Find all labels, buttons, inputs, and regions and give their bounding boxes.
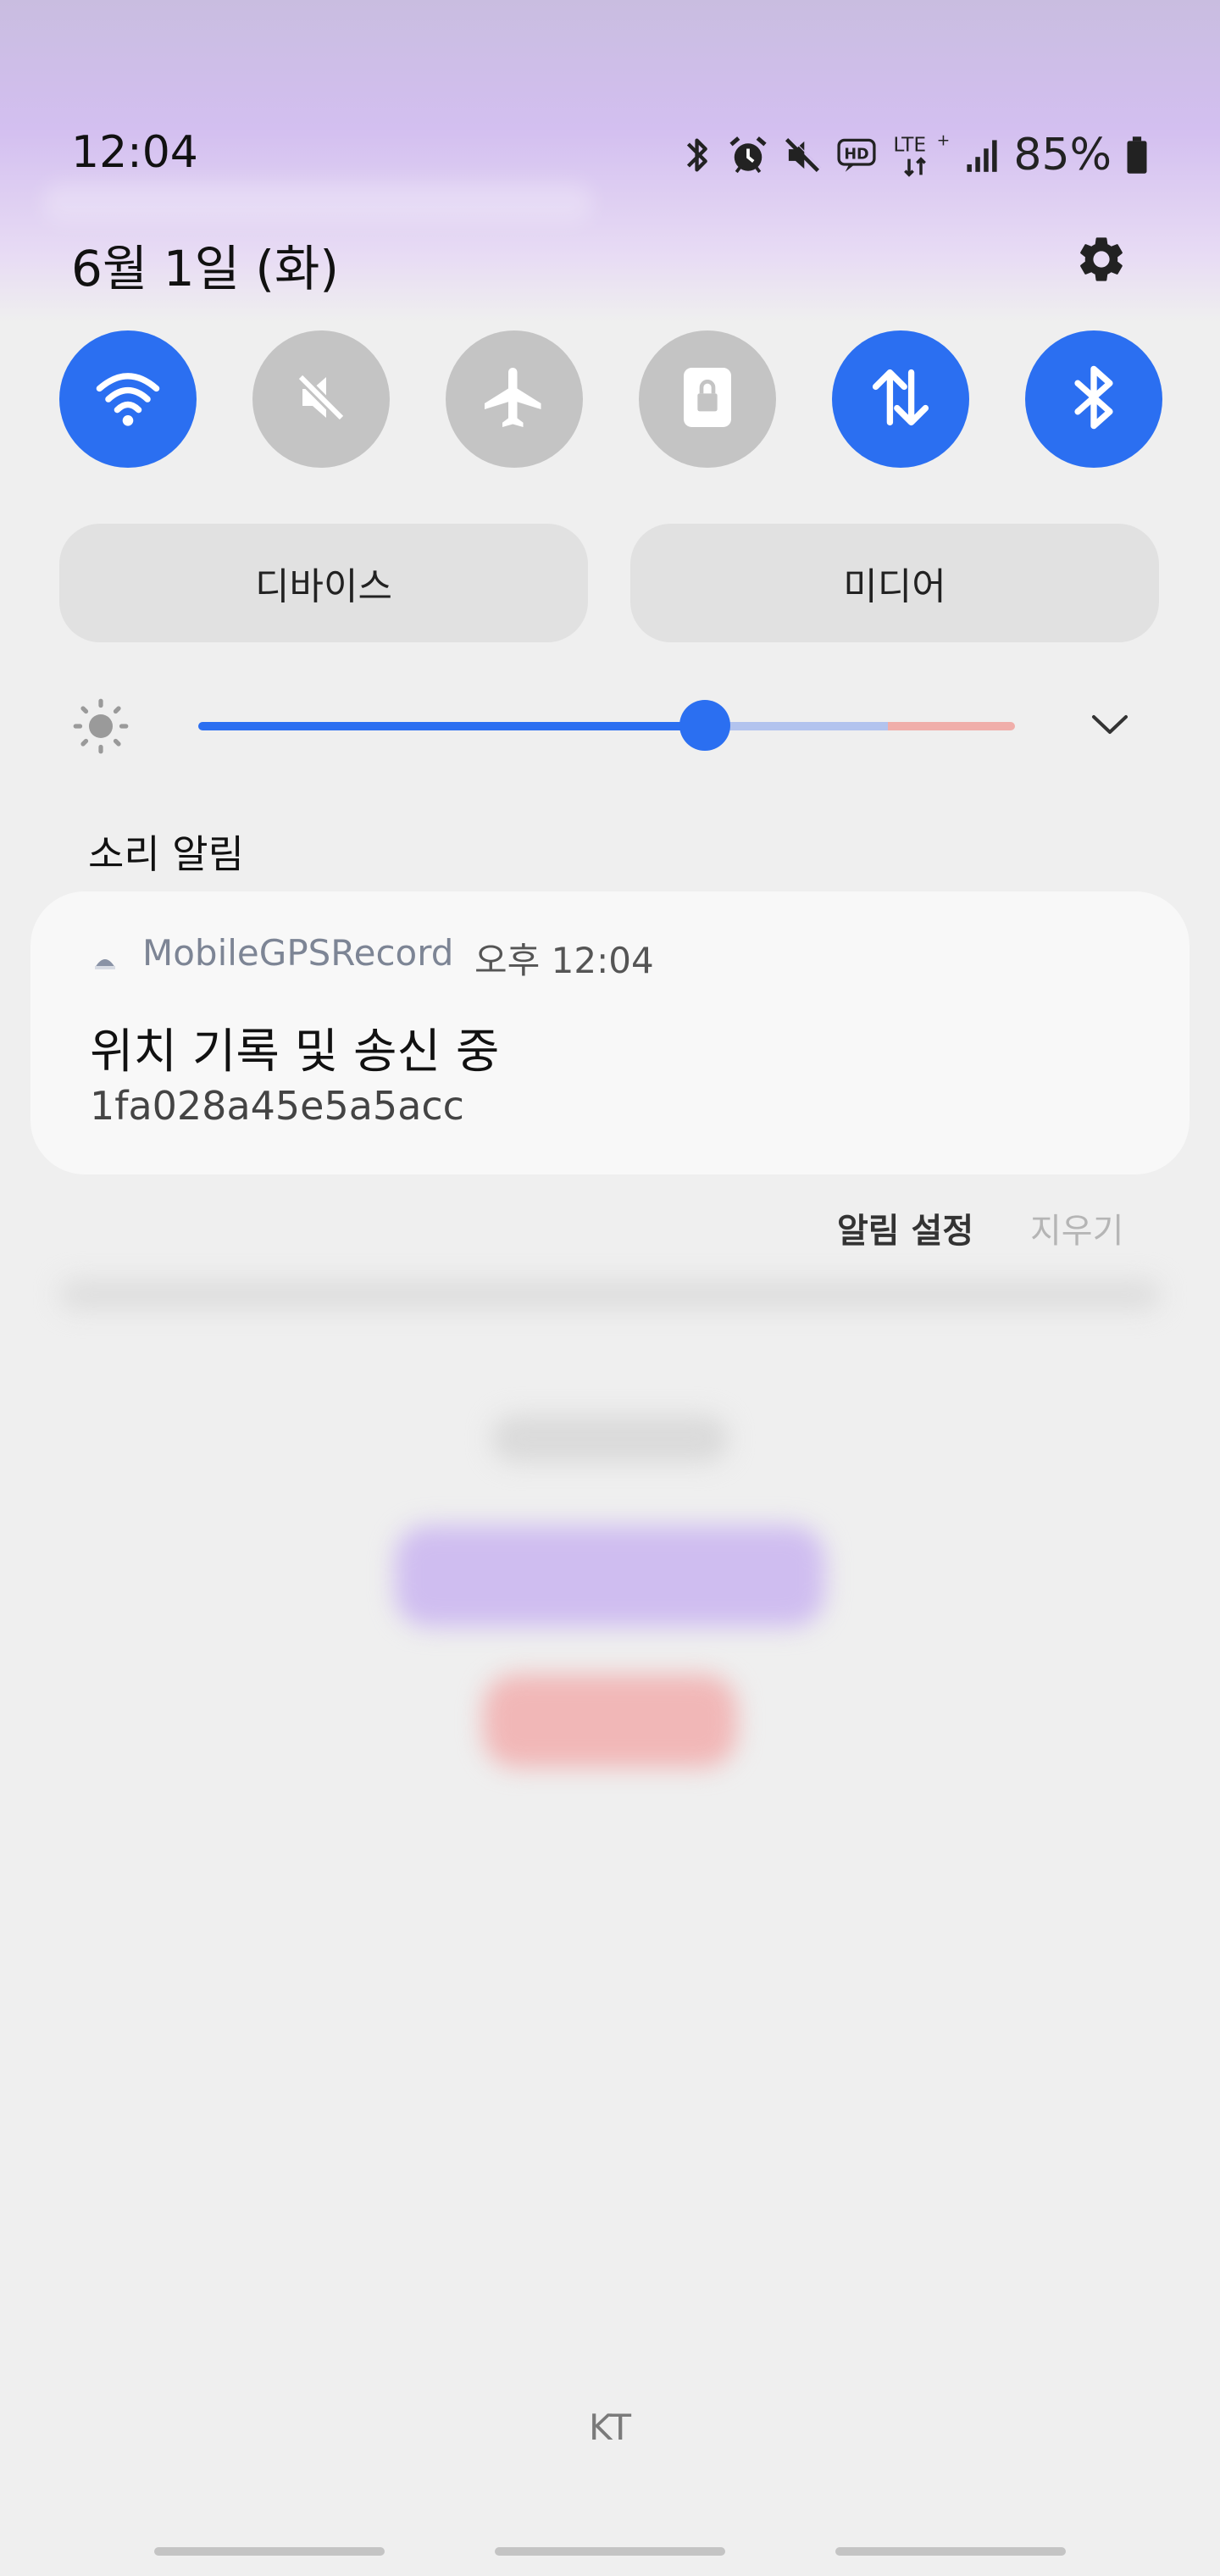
signal-icon [964, 136, 1000, 174]
brightness-thumb[interactable] [679, 700, 730, 751]
hd-voice-icon: HD [835, 136, 878, 174]
notification-text: 1fa028a45e5a5acc [90, 1083, 464, 1129]
sun-icon [71, 697, 130, 756]
mobile-data-toggle[interactable] [832, 330, 969, 468]
mute-icon [783, 136, 822, 175]
notification-settings-button[interactable]: 알림 설정 [837, 1203, 973, 1252]
airplane-icon [479, 362, 550, 436]
notification-section-label: 소리 알림 [88, 831, 244, 877]
gear-icon [1074, 232, 1128, 290]
mute-icon [287, 364, 355, 435]
settings-button[interactable] [1069, 229, 1134, 293]
carrier-label: KT [589, 2407, 631, 2448]
brightness-track-high [888, 722, 1015, 730]
battery-percent: 85% [1013, 130, 1112, 180]
battery-icon [1125, 136, 1149, 175]
media-button[interactable]: 미디어 [630, 524, 1159, 642]
nav-bar-right[interactable] [835, 2547, 1066, 2556]
lock-icon [677, 362, 738, 436]
wifi-icon [92, 362, 164, 436]
bluetooth-icon [1058, 362, 1129, 436]
svg-text:HD: HD [845, 146, 869, 163]
status-bar: 12:04 HD LTE + 85% [0, 119, 1220, 195]
blurred-app-line [59, 1280, 1161, 1310]
bluetooth-icon [683, 133, 713, 177]
bluetooth-toggle[interactable] [1025, 330, 1162, 468]
wifi-toggle[interactable] [59, 330, 197, 468]
airplane-toggle[interactable] [446, 330, 583, 468]
gps-app-icon [90, 946, 120, 976]
expand-button[interactable] [1084, 697, 1135, 756]
status-icons: HD LTE + 85% [683, 125, 1149, 185]
data-transfer-icon [865, 362, 936, 436]
blurred-app-button-red [483, 1674, 737, 1768]
panel-date: 6월 1일 (화) [71, 240, 340, 297]
svg-text:+: + [937, 131, 951, 149]
nav-bar-left[interactable] [154, 2547, 385, 2556]
notification-title: 위치 기록 및 송신 중 [90, 1024, 500, 1080]
notification-app-name: MobileGPSRecord [142, 932, 454, 974]
brightness-slider[interactable] [198, 722, 1015, 730]
clear-notifications-button[interactable]: 지우기 [1030, 1203, 1123, 1252]
blurred-app-text [491, 1415, 729, 1463]
lte-plus-icon: LTE + [891, 131, 951, 179]
notification-time: 오후 12:04 [474, 940, 654, 981]
status-clock: 12:04 [71, 127, 198, 178]
nav-bar-center[interactable] [495, 2547, 725, 2556]
quick-settings-toggles [59, 330, 1162, 468]
brightness-fill [198, 722, 705, 730]
device-button[interactable]: 디바이스 [59, 524, 588, 642]
svg-text:LTE: LTE [894, 132, 927, 156]
chevron-down-icon [1090, 712, 1129, 741]
alarm-icon [727, 134, 769, 176]
blurred-app-button-purple [395, 1525, 825, 1627]
lock-rotation-toggle[interactable] [639, 330, 776, 468]
sound-toggle[interactable] [252, 330, 390, 468]
